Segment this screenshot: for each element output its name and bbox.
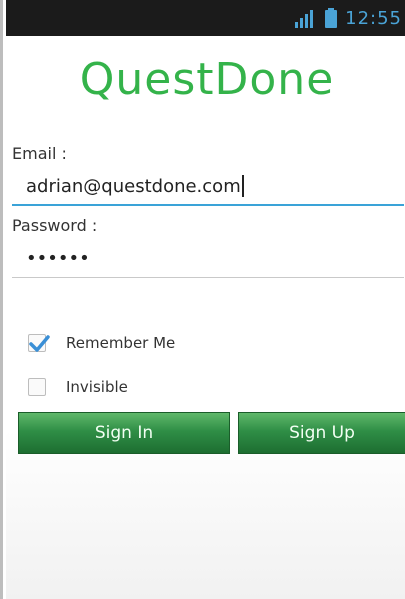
remember-me-row[interactable]: Remember Me xyxy=(28,331,175,355)
email-value: adrian@questdone.com xyxy=(26,175,241,197)
app-title: QuestDone xyxy=(79,54,335,105)
device-frame: 12:55 QuestDone Email : adrian@questdone… xyxy=(0,0,405,599)
login-screen: QuestDone Email : adrian@questdone.com P… xyxy=(6,36,405,599)
password-value: •••••• xyxy=(26,248,90,269)
remember-me-checkbox[interactable] xyxy=(28,334,50,352)
remember-me-label: Remember Me xyxy=(66,334,176,352)
password-field[interactable]: •••••• xyxy=(12,240,404,278)
battery-icon xyxy=(325,8,338,28)
text-cursor xyxy=(241,175,244,197)
invisible-checkbox[interactable] xyxy=(28,378,46,396)
signal-icon xyxy=(295,10,314,28)
invisible-row[interactable]: Invisible xyxy=(28,375,128,399)
checkmark-icon xyxy=(29,335,50,352)
sign-up-button[interactable]: Sign Up xyxy=(238,412,405,454)
password-label: Password : xyxy=(12,216,98,235)
invisible-label: Invisible xyxy=(66,378,128,396)
email-field[interactable]: adrian@questdone.com xyxy=(12,168,404,206)
status-time: 12:55 xyxy=(345,7,402,29)
email-label: Email : xyxy=(12,144,67,163)
sign-in-button[interactable]: Sign In xyxy=(18,412,230,454)
status-bar: 12:55 xyxy=(6,0,405,36)
